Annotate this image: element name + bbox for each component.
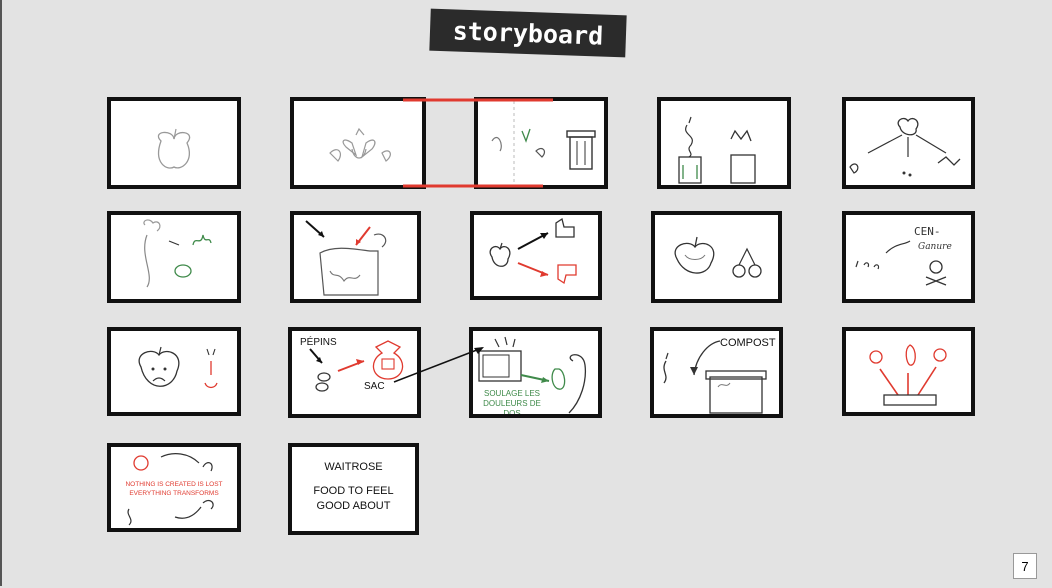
storyboard-panel-8: [470, 211, 602, 300]
panel-label-waitrose: WAITROSE: [324, 461, 383, 473]
storyboard-panel-17: WAITROSE FOOD TO FEEL GOOD ABOUT: [288, 443, 419, 535]
apple-sketch-icon: [157, 128, 191, 169]
storyboard-panel-15: [842, 327, 975, 416]
apple-branches-sketch-icon: [849, 117, 961, 177]
black-arrow-connector: [392, 340, 492, 386]
storyboard-panel-9: [651, 211, 782, 303]
storyboard-panel-1: [107, 97, 241, 189]
panel-label-nothing-created: NOTHING IS CREATED IS LOST: [125, 481, 223, 488]
panel-label-pepins: PÉPINS: [300, 337, 337, 348]
panel-label-sac: SAC: [364, 381, 385, 392]
panel-label-everything-transforms: EVERYTHING TRANSFORMS: [129, 490, 219, 497]
storyboard-panel-4: [657, 97, 791, 189]
storyboard-panel-16: NOTHING IS CREATED IS LOST EVERYTHING TR…: [107, 443, 241, 532]
apple-thumbs-sketch-icon: [489, 217, 577, 285]
panel-label-compost: COMPOST: [720, 337, 776, 349]
storyboard-panel-7: [290, 211, 421, 303]
storyboard-panel-5: [842, 97, 975, 189]
decompose-sketch-icon: [143, 219, 212, 288]
panel-label-good-about: GOOD ABOUT: [316, 500, 391, 512]
fruits-rising-sketch-icon: [869, 344, 947, 406]
svg-text:Ganure: Ganure: [918, 242, 952, 252]
panel-label-food-to-feel: FOOD TO FEEL: [313, 485, 394, 497]
red-arrow-connector: [403, 97, 553, 189]
compost-bin-sketch-icon: [305, 220, 387, 296]
sad-apple-sketch-icon: [138, 346, 218, 389]
slide-title: storyboard: [452, 15, 604, 51]
panel-label-soulage: SOULAGE LES DOULEURS DE DOS: [483, 389, 541, 418]
apple-cherries-sketch-icon: [674, 236, 762, 278]
storyboard-panel-14: COMPOST: [650, 327, 783, 418]
core-and-peel-sketch-icon: [678, 116, 756, 184]
storyboard-panel-6: [107, 211, 241, 303]
page-number: 7: [1013, 553, 1037, 579]
slide-title-badge: storyboard: [429, 8, 627, 58]
storyboard-panel-11: [107, 327, 241, 416]
storyboard-panel-10: CEN- Ganure: [842, 211, 975, 303]
svg-text:CEN-: CEN-: [914, 225, 941, 238]
cyanure-skull-sketch-icon: CEN- Ganure: [855, 225, 952, 286]
